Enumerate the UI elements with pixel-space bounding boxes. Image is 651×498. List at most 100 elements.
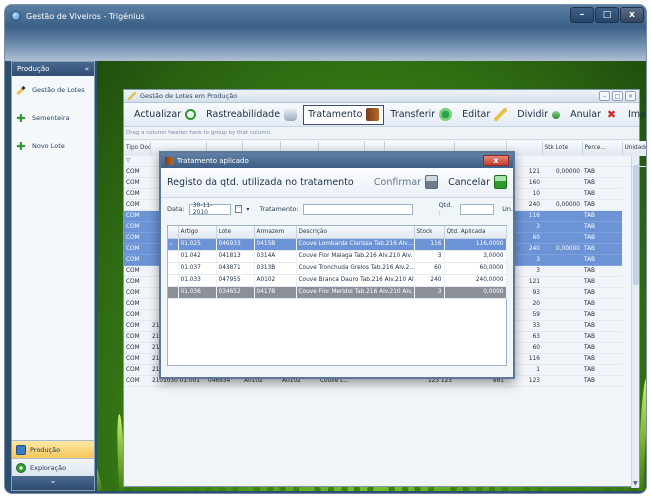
dialog-table-row[interactable]: › 01.025 046933 0415B Couve Lombarda Clariss…: [168, 238, 507, 251]
ribbon-area: [5, 27, 646, 61]
table-cell: TAB: [582, 331, 622, 343]
row-indicator[interactable]: COM: [124, 353, 150, 365]
pencil-icon: [494, 108, 508, 121]
dialog-table-row[interactable]: 01.036 034652 0417B Couve Flor Meridol Tab.…: [168, 286, 507, 299]
row-indicator[interactable]: COM: [124, 298, 150, 310]
window-controls: – □ x: [570, 7, 644, 23]
row-pointer-icon: ›: [168, 238, 179, 251]
table-cell: TAB: [582, 232, 622, 244]
row-indicator[interactable]: COM: [124, 166, 150, 178]
dropdown-arrow-icon[interactable]: ▾: [246, 206, 249, 213]
dividir-button[interactable]: Dividir: [513, 105, 564, 125]
vertical-scrollbar[interactable]: ▼: [631, 155, 639, 488]
table-cell: TAB: [582, 298, 622, 310]
filter-icon[interactable]: ▽: [124, 155, 150, 167]
dialog-close-button[interactable]: x: [483, 155, 509, 166]
app-window: Gestão de Viveiros - Trigénius – □ x Pro…: [4, 4, 647, 494]
row-indicator[interactable]: COM: [124, 188, 150, 200]
minimize-button[interactable]: –: [570, 7, 594, 23]
column-header-lote[interactable]: Lote: [216, 226, 255, 239]
toolbar-label: Editar: [462, 109, 491, 120]
close-button[interactable]: ×: [625, 91, 636, 101]
confirm-button[interactable]: Confirmar: [373, 175, 439, 189]
row-indicator[interactable]: COM: [124, 287, 150, 299]
tratamento-button[interactable]: Tratamento: [303, 104, 385, 125]
dialog-table-row[interactable]: 01.037 043871 0313B Couve Tronchuda Grelos …: [168, 262, 507, 275]
actualizar-button[interactable]: Actualizar: [130, 105, 200, 125]
dialog-fields: Data: 30-11-2010 ▾ Tratamento: Qtd. : Un…: [161, 198, 513, 220]
editar-button[interactable]: Editar: [458, 105, 511, 125]
cancel-label: Cancelar: [448, 176, 490, 188]
row-indicator[interactable]: COM: [124, 243, 150, 255]
row-indicator[interactable]: COM: [124, 309, 150, 321]
column-header[interactable]: Tipo Doc: [124, 141, 151, 156]
column-header-stock[interactable]: Stock: [414, 226, 445, 239]
row-indicator[interactable]: COM: [124, 276, 150, 288]
maximize-button[interactable]: □: [595, 7, 619, 23]
grass-blade: [97, 451, 103, 491]
calendar-icon[interactable]: [234, 205, 243, 213]
row-indicator[interactable]: COM: [124, 320, 150, 332]
scroll-down-icon[interactable]: ▼: [633, 480, 638, 487]
rastreabilidade-button[interactable]: Rastreabilidade: [202, 105, 301, 125]
dialog-cell-qtd: 3,0000: [444, 250, 507, 263]
confirm-label: Confirmar: [373, 176, 422, 188]
row-indicator[interactable]: COM: [124, 331, 150, 343]
row-indicator[interactable]: COM: [124, 177, 150, 189]
row-indicator[interactable]: COM: [124, 254, 150, 266]
dialog-cell-stock: 3: [414, 286, 445, 299]
section-producao[interactable]: Produção: [12, 440, 94, 458]
book-icon: [165, 156, 173, 165]
close-button[interactable]: x: [620, 7, 644, 23]
row-indicator[interactable]: COM: [124, 375, 150, 387]
column-header-armazem[interactable]: Armazem: [254, 226, 297, 239]
dialog-titlebar: Tratamento aplicado x: [161, 153, 513, 168]
dialog-table-row[interactable]: 01.042 041813 0314A Couve Flor Malaga Tab.2…: [168, 250, 507, 263]
section-exploracao[interactable]: Exploração: [12, 458, 94, 476]
sidebar-item-sementeira[interactable]: ✚ Sementeira: [12, 104, 94, 132]
column-header-artigo[interactable]: Artigo: [178, 226, 217, 239]
minimize-button[interactable]: –: [599, 91, 610, 101]
anular-button[interactable]: Anular ✖: [566, 105, 622, 125]
column-header-descricao[interactable]: Descrição: [296, 226, 415, 239]
column-header-qtd-aplicada[interactable]: Qtd. Aplicada: [444, 226, 507, 239]
toolbar-label: Dividir: [517, 109, 549, 120]
sidebar-item-novo-lote[interactable]: ✚ Novo Lote: [12, 132, 94, 160]
sidebar-item-gestao-lotes[interactable]: Gestão de Lotes: [12, 76, 94, 104]
dialog-table-row[interactable]: 01.033 047955 A0102 Couve Branca Dauro Tab.…: [168, 274, 507, 287]
row-indicator[interactable]: COM: [124, 364, 150, 376]
maximize-button[interactable]: □: [612, 91, 623, 101]
tratamento-input[interactable]: [302, 203, 413, 215]
split-icon: [552, 110, 561, 119]
dialog-title: Tratamento aplicado: [177, 156, 249, 165]
dialog-cell-qtd: 0,0000: [444, 286, 507, 299]
lotes-window-titlebar: Gestão de Lotes em Produção – □ ×: [124, 90, 639, 103]
database-icon: [284, 108, 298, 121]
dialog-cell-stock: 3: [414, 250, 445, 263]
cancel-button[interactable]: Cancelar: [448, 175, 507, 189]
row-indicator[interactable]: COM: [124, 232, 150, 244]
tratamento-table: Artigo Lote Armazem Descrição Stock Qtd.…: [168, 226, 507, 299]
row-indicator[interactable]: COM: [124, 221, 150, 233]
table-cell: [542, 188, 582, 200]
row-indicator[interactable]: COM: [124, 199, 150, 211]
scrollbar-thumb[interactable]: [633, 165, 639, 285]
dialog-cell-lote: 043871: [216, 262, 255, 275]
collapse-icon[interactable]: «: [85, 65, 89, 73]
group-by-hint[interactable]: Drag a column header here to group by th…: [124, 127, 639, 140]
column-header[interactable]: Stk Lote: [542, 141, 583, 156]
date-field[interactable]: 30-11-2010: [188, 202, 231, 216]
transferir-button[interactable]: Transferir: [386, 105, 456, 125]
row-indicator[interactable]: COM: [124, 265, 150, 277]
table-cell: [542, 320, 582, 332]
column-header[interactable]: Perce...: [582, 141, 623, 156]
column-header[interactable]: Unidade: [622, 141, 646, 156]
sidebar-expand[interactable]: ⌄: [12, 476, 94, 490]
row-indicator[interactable]: COM: [124, 342, 150, 354]
dialog-cell-descricao: Couve Tronchuda Grelos Tab.216 Alv.2...: [296, 262, 415, 275]
imprimir-button[interactable]: Imprimir: [624, 105, 646, 125]
row-indicator[interactable]: COM: [124, 210, 150, 222]
dialog-cell-armazem: 0313B: [254, 262, 297, 275]
qtd-input[interactable]: [459, 203, 495, 215]
sidebar-sections: Produção Exploração ⌄: [12, 440, 94, 490]
